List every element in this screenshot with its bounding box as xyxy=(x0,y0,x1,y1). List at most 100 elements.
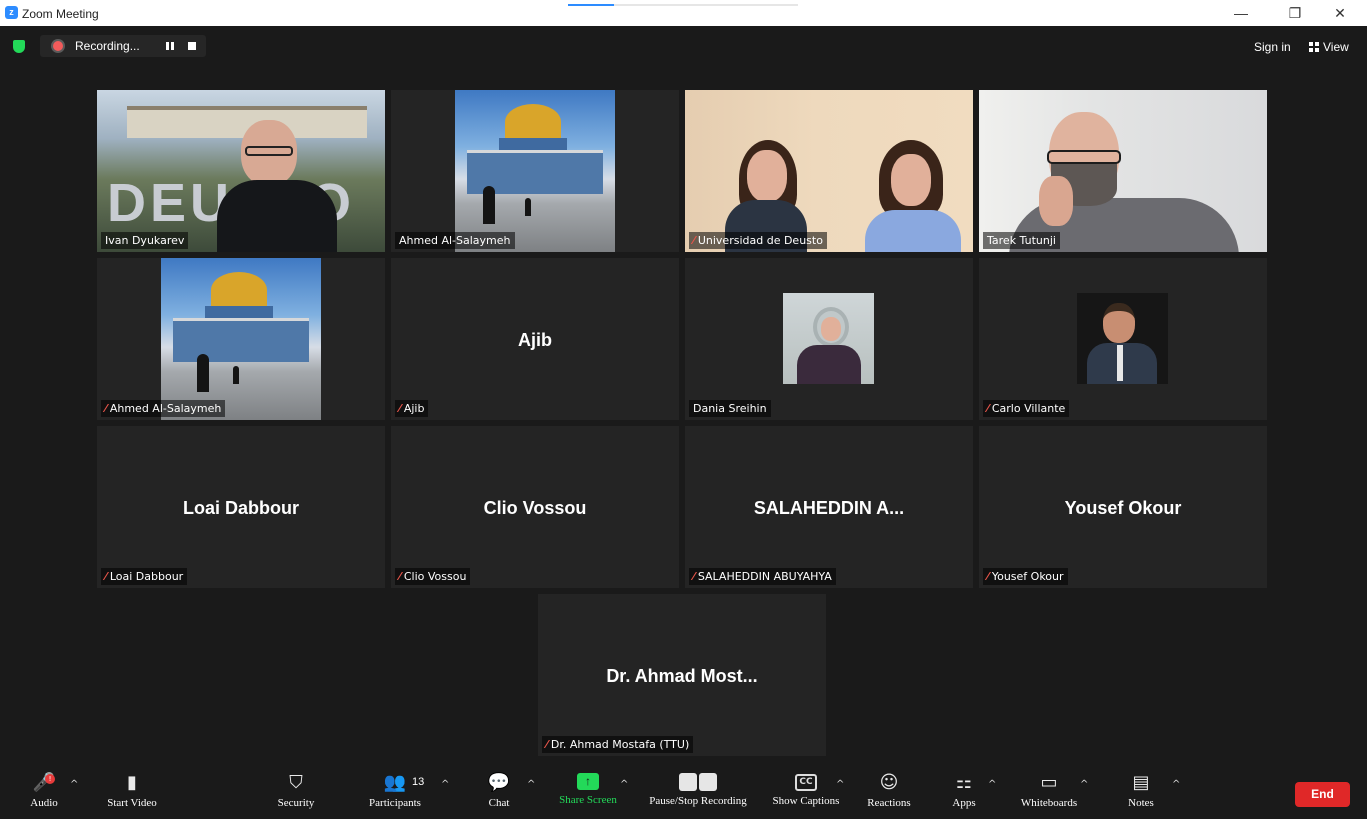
participant-display-name: Clio Vossou xyxy=(483,498,587,518)
participant-name-label: Ahmed Al-Salaymeh xyxy=(395,232,515,249)
captions-options-caret-icon[interactable]: ^ xyxy=(836,779,844,790)
stop-recording-icon[interactable] xyxy=(188,42,196,50)
security-shield-icon: ⛉ xyxy=(289,772,303,793)
participant-photo xyxy=(161,258,321,420)
window-titlebar: z Zoom Meeting — ❐ ✕ xyxy=(0,0,1367,26)
sign-in-link[interactable]: Sign in xyxy=(1254,40,1291,54)
notes-icon: ▤ xyxy=(1132,772,1150,793)
whiteboards-options-caret-icon[interactable]: ^ xyxy=(1080,779,1088,790)
view-button[interactable]: View xyxy=(1309,40,1349,54)
mic-muted-icon: ⁄ xyxy=(546,738,548,751)
security-button[interactable]: ⛉ Security xyxy=(270,772,322,810)
video-tile-yousef-okour[interactable]: Yousef Okour ⁄ Yousef Okour xyxy=(979,426,1267,588)
whiteboard-icon: ▭ xyxy=(1040,772,1058,793)
mic-muted-icon: ⁄ xyxy=(987,402,989,415)
participant-photo xyxy=(1077,293,1168,384)
mic-muted-icon: ⁄ xyxy=(105,402,107,415)
video-tile-clio-vossou[interactable]: Clio Vossou ⁄ Clio Vossou xyxy=(391,426,679,588)
video-tile-ivan-dyukarev[interactable]: DEUSTO Ivan Dyukarev xyxy=(97,90,385,252)
participant-display-name: Loai Dabbour xyxy=(183,498,299,518)
show-captions-button[interactable]: CC Show Captions xyxy=(766,773,846,807)
apps-button[interactable]: ⚏ Apps xyxy=(948,772,980,810)
video-tile-ahmed-al-salaymeh-2[interactable]: ⁄ Ahmed Al-Salaymeh xyxy=(97,258,385,420)
video-tile-dr-ahmad-mostafa[interactable]: Dr. Ahmad Most... ⁄ Dr. Ahmad Mostafa (TT… xyxy=(538,594,826,756)
share-screen-button[interactable]: ↑ Share Screen xyxy=(552,773,624,806)
mic-muted-icon: ⁄ xyxy=(693,570,695,583)
participant-display-name: SALAHEDDIN A... xyxy=(753,498,905,518)
reactions-smiley-icon: ☺ xyxy=(879,772,899,793)
pause-stop-recording-icon xyxy=(678,773,718,791)
close-button[interactable]: ✕ xyxy=(1320,3,1360,23)
participants-options-caret-icon[interactable]: ^ xyxy=(441,779,449,790)
participant-display-name: Dr. Ahmad Most... xyxy=(606,666,758,686)
participant-video xyxy=(979,90,1267,252)
start-video-button[interactable]: ▮ Start Video xyxy=(96,772,168,810)
participant-name-label: Tarek Tutunji xyxy=(983,232,1060,249)
mic-muted-icon: ⁄ xyxy=(105,570,107,583)
end-meeting-button[interactable]: End xyxy=(1295,782,1350,807)
video-tile-dania-sreihin[interactable]: Dania Sreihin xyxy=(685,258,973,420)
share-indicator-bar xyxy=(568,4,798,6)
apps-icon: ⚏ xyxy=(955,772,973,793)
window-title: Zoom Meeting xyxy=(22,7,99,21)
chat-bubble-icon: 💬 xyxy=(487,772,511,793)
grid-view-icon xyxy=(1309,42,1319,52)
participant-name-label: ⁄ Carlo Villante xyxy=(983,400,1070,417)
participant-name-label: ⁄ Loai Dabbour xyxy=(101,568,188,585)
participant-display-name: Ajib xyxy=(518,330,552,350)
audio-options-caret-icon[interactable]: ^ xyxy=(70,779,78,790)
audio-warning-badge: ! xyxy=(45,774,55,784)
video-tile-ajib[interactable]: Ajib ⁄ Ajib xyxy=(391,258,679,420)
notes-options-caret-icon[interactable]: ^ xyxy=(1172,779,1180,790)
video-tile-universidad-de-deusto[interactable]: ⁄ Universidad de Deusto xyxy=(685,90,973,252)
mic-muted-icon: ⁄ xyxy=(399,570,401,583)
recording-dot-icon xyxy=(53,41,63,51)
pause-recording-icon[interactable] xyxy=(166,42,174,50)
participant-photo xyxy=(783,293,874,384)
participants-count: 13 xyxy=(412,776,425,788)
meeting-toolbar: 🎤 Audio ! ^ ▮ Start Video ⛉ Security 👥 P… xyxy=(0,765,1367,819)
participant-video xyxy=(685,90,973,252)
mic-muted-icon: ⁄ xyxy=(987,570,989,583)
participant-video xyxy=(455,90,615,252)
participant-name-label: Dania Sreihin xyxy=(689,400,771,417)
participant-name-label: ⁄ SALAHEDDIN ABUYAHYA xyxy=(689,568,836,585)
video-tile-carlo-villante[interactable]: ⁄ Carlo Villante xyxy=(979,258,1267,420)
chat-options-caret-icon[interactable]: ^ xyxy=(527,779,535,790)
whiteboards-button[interactable]: ▭ Whiteboards xyxy=(1013,772,1085,810)
reactions-button[interactable]: ☺ Reactions xyxy=(862,772,916,810)
minimize-button[interactable]: — xyxy=(1221,3,1261,23)
participant-video: DEUSTO xyxy=(97,90,385,252)
view-label: View xyxy=(1323,40,1349,54)
microphone-icon: 🎤 xyxy=(32,772,56,793)
participant-name-label: ⁄ Dr. Ahmad Mostafa (TTU) xyxy=(542,736,694,753)
closed-captions-icon: CC xyxy=(795,774,817,791)
restore-button[interactable]: ❐ xyxy=(1275,3,1315,23)
recording-label: Recording... xyxy=(75,39,140,53)
chat-button[interactable]: 💬 Chat xyxy=(482,772,516,810)
share-screen-arrow-icon: ↑ xyxy=(577,773,599,790)
participant-name-label: ⁄ Ajib xyxy=(395,400,429,417)
participant-name-label: ⁄ Ahmed Al-Salaymeh xyxy=(101,400,226,417)
video-tile-tarek-tutunji[interactable]: Tarek Tutunji xyxy=(979,90,1267,252)
participant-name-label: ⁄ Clio Vossou xyxy=(395,568,471,585)
meeting-topbar: Recording... Sign in View xyxy=(0,26,1367,66)
apps-options-caret-icon[interactable]: ^ xyxy=(988,779,996,790)
recording-indicator: Recording... xyxy=(40,35,206,57)
video-tile-salaheddin-abuyahya[interactable]: SALAHEDDIN A... ⁄ SALAHEDDIN ABUYAHYA xyxy=(685,426,973,588)
share-options-caret-icon[interactable]: ^ xyxy=(620,779,628,790)
participant-name-label: ⁄ Universidad de Deusto xyxy=(689,232,827,249)
pause-stop-recording-button[interactable]: Pause/Stop Recording xyxy=(640,773,756,807)
video-tile-ahmed-al-salaymeh[interactable]: Ahmed Al-Salaymeh xyxy=(391,90,679,252)
participant-name-label: Ivan Dyukarev xyxy=(101,232,189,249)
encryption-shield-icon[interactable] xyxy=(13,40,25,53)
mic-muted-icon: ⁄ xyxy=(399,402,401,415)
notes-button[interactable]: ▤ Notes xyxy=(1123,772,1159,810)
participant-name-label: ⁄ Yousef Okour xyxy=(983,568,1068,585)
video-tile-loai-dabbour[interactable]: Loai Dabbour ⁄ Loai Dabbour xyxy=(97,426,385,588)
video-off-icon: ▮ xyxy=(127,772,137,793)
zoom-logo-icon: z xyxy=(5,6,18,19)
audio-button[interactable]: 🎤 Audio xyxy=(26,772,62,810)
participant-display-name: Yousef Okour xyxy=(1064,498,1182,518)
mic-muted-icon: ⁄ xyxy=(693,234,695,247)
